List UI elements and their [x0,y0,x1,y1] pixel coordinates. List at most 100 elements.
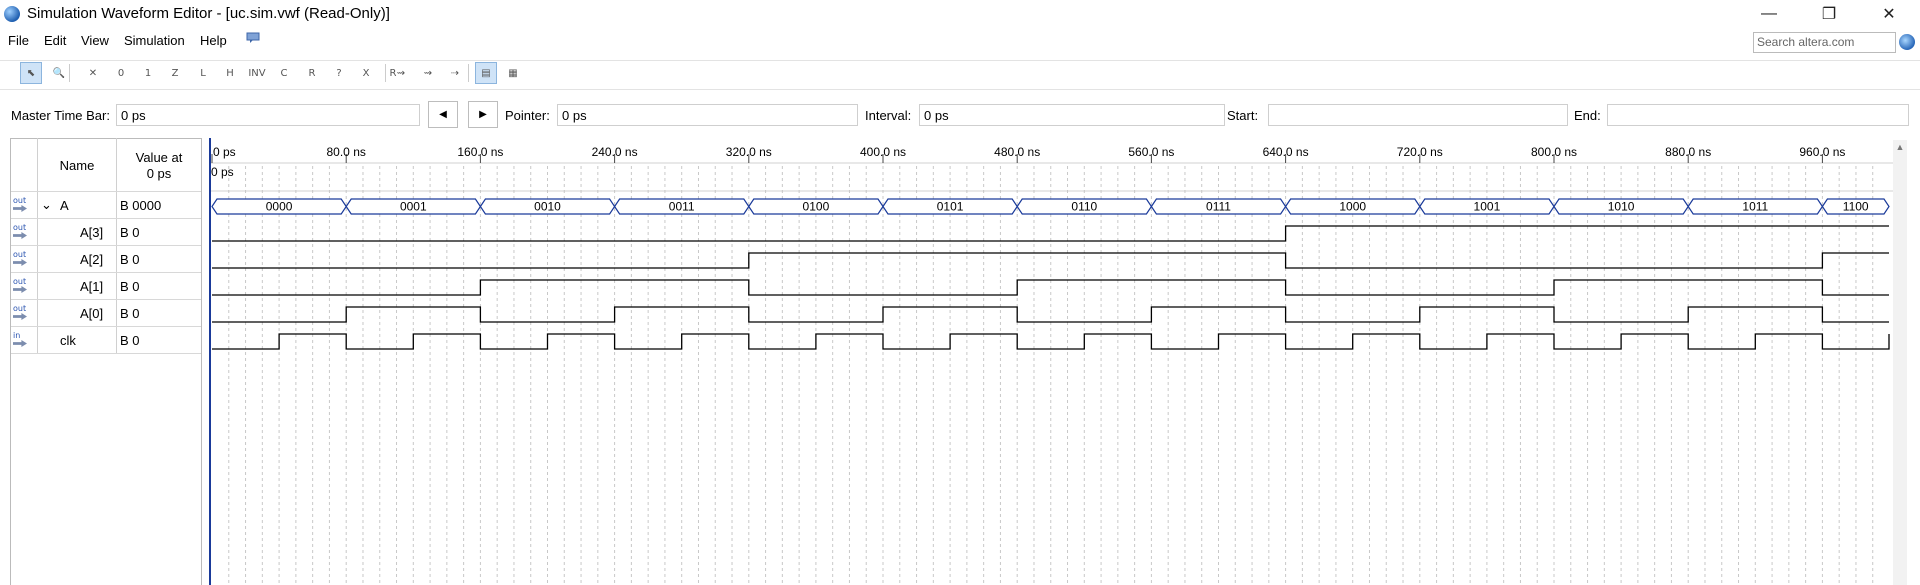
row-divider [11,272,201,273]
master-time-bar-label: Master Time Bar: [11,108,110,123]
generate-netlist-icon[interactable]: ⇢ [444,62,466,84]
zoom-tool-icon[interactable]: 🔍 [48,62,70,84]
force-weak-high-icon[interactable]: H [219,62,241,84]
signal-value: B 0000 [120,198,162,213]
bus-value-label: 0000 [266,200,293,214]
ruler-tick-label: 880.0 ns [1665,145,1711,159]
output-pin-icon: out [13,305,33,323]
bus-value-label: 0100 [803,200,830,214]
right-arrow-icon: ▶ [479,109,487,120]
bus-value-label: 1000 [1339,200,1366,214]
selection-tool-icon[interactable]: ⬉ [20,62,42,84]
end-label: End: [1574,108,1601,123]
bus-value-label: 0111 [1206,200,1231,214]
pointer-field: 0 ps [557,104,858,126]
menu-file[interactable]: File [8,33,29,48]
force-high-icon[interactable]: 1 [137,62,159,84]
name-column-header[interactable]: Name [40,158,114,173]
column-divider [116,138,117,354]
start-field[interactable] [1268,104,1568,126]
row-divider [11,299,201,300]
dont-care-icon[interactable]: X [355,62,377,84]
sort-nodes-icon[interactable]: ▦ [502,62,524,84]
ruler-tick-label: 560.0 ns [1128,145,1174,159]
signal-name[interactable]: A[2] [80,252,103,267]
master-time-bar-field[interactable]: 0 ps [116,104,420,126]
count-value-icon[interactable]: C [273,62,295,84]
ruler-tick-label: 160.0 ns [457,145,503,159]
signal-value: B 0 [120,279,140,294]
bus-value-label: 1100 [1843,200,1869,214]
row-divider [11,191,201,192]
invert-icon[interactable]: INV [246,62,268,84]
output-pin-icon: out [13,251,33,269]
ruler-tick-label: 720.0 ns [1397,145,1443,159]
close-button[interactable]: ✕ [1866,0,1912,28]
toolbar-separator [385,64,386,82]
menu-bar: File Edit View Simulation Help [0,30,1920,54]
row-divider [11,245,201,246]
ruler-tick-label: 800.0 ns [1531,145,1577,159]
force-high-impedance-icon[interactable]: Z [164,62,186,84]
value-column-header-line2[interactable]: 0 ps [118,166,200,181]
run-functional-simulation-icon[interactable]: ⇝ [390,62,412,84]
signal-name[interactable]: A [60,198,69,213]
end-field[interactable] [1607,104,1909,126]
start-label: Start: [1227,108,1259,123]
input-pin-icon: in [13,332,33,350]
row-divider [11,353,201,354]
snap-to-grid-icon[interactable]: ▤ [475,62,497,84]
ruler-tick-label: 960.0 ns [1799,145,1845,159]
interval-field: 0 ps [919,104,1225,126]
forcing-clock-icon[interactable]: R [301,62,323,84]
menu-simulation[interactable]: Simulation [124,33,185,48]
minimize-button[interactable]: — [1746,0,1792,28]
bus-value-label: 0010 [534,200,561,214]
waveform-canvas[interactable]: 0 ps 80.0 ns 160.0 ns 240.0 ns 320.0 ns 400.0… [209,138,1893,585]
feedback-icon[interactable] [246,32,260,44]
interval-label: Interval: [865,108,912,123]
search-input[interactable]: Search altera.com [1753,32,1896,53]
globe-icon[interactable] [1899,34,1915,50]
ruler-tick-label: 400.0 ns [860,145,906,159]
next-transition-button[interactable]: ▶ [468,101,498,128]
window-title: Simulation Waveform Editor - [uc.sim.vwf… [27,5,390,22]
random-values-icon[interactable]: ? [328,62,350,84]
bus-value-label: 1010 [1608,200,1635,214]
output-pin-icon: out [13,224,33,242]
signal-name[interactable]: clk [60,333,76,348]
signal-name[interactable]: A[0] [80,306,103,321]
bus-value-label: 0110 [1071,200,1097,214]
menu-view[interactable]: View [81,33,109,48]
value-column-header-line1[interactable]: Value at [118,150,200,165]
previous-transition-button[interactable]: ◀ [428,101,458,128]
force-weak-low-icon[interactable]: L [192,62,214,84]
ruler-tick-label: 480.0 ns [994,145,1040,159]
signal-name[interactable]: A[1] [80,279,103,294]
row-divider [11,326,201,327]
force-low-icon[interactable]: 0 [110,62,132,84]
left-arrow-icon: ◀ [439,109,447,120]
signal-value: B 0 [120,225,140,240]
bus-value-label: 0001 [400,200,427,214]
run-timing-simulation-icon[interactable]: ⇝ [417,62,439,84]
menu-edit[interactable]: Edit [44,33,66,48]
scroll-up-icon[interactable]: ▲ [1893,140,1907,154]
bus-value-label: 1011 [1742,200,1768,214]
signal-name[interactable]: A[3] [80,225,103,240]
row-divider [11,218,201,219]
chevron-down-icon[interactable]: ⌄ [41,197,52,213]
restore-button[interactable]: ❐ [1806,0,1852,28]
toolbar-separator [69,64,70,82]
ruler-tick-label: 640.0 ns [1263,145,1309,159]
vertical-scrollbar[interactable] [1893,140,1907,585]
signal-value: B 0 [120,252,140,267]
force-unknown-icon[interactable]: ✕ [82,62,104,84]
cursor-label: 0 ps [211,165,234,179]
ruler-tick-label: 80.0 ns [327,145,366,159]
waveform-A0 [212,306,1889,323]
menu-help[interactable]: Help [200,33,227,48]
bus-value-label: 0101 [937,200,964,214]
bus-value-label: 1001 [1474,200,1501,214]
toolbar-separator [468,64,469,82]
